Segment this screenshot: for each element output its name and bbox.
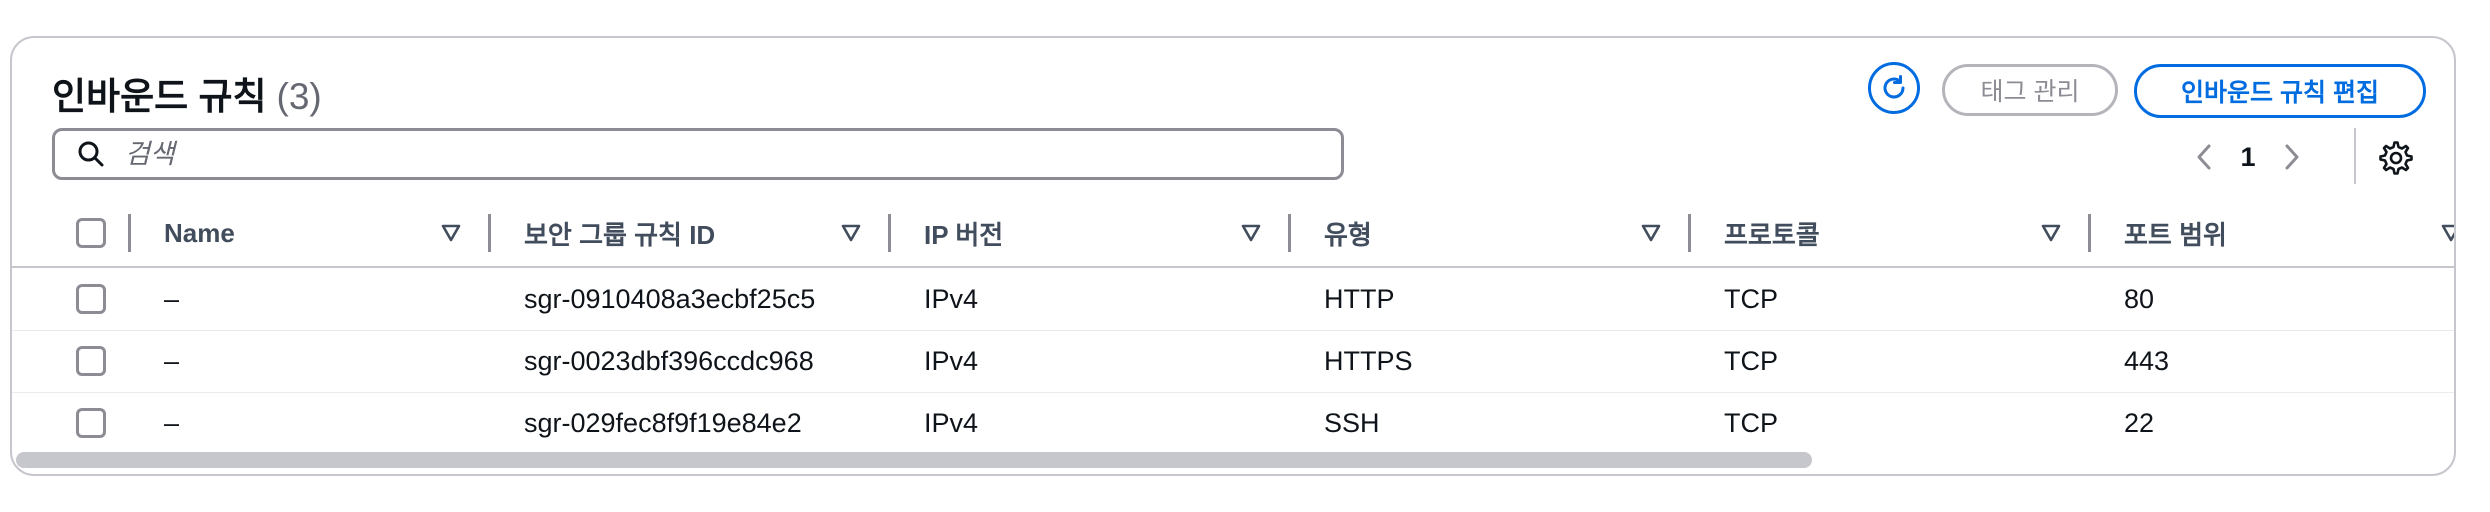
refresh-icon [1883, 75, 1905, 99]
search-icon [77, 140, 105, 168]
row-checkbox[interactable] [76, 408, 106, 438]
table-header: Name 보안 그룹 규칙 ID IP 버전 유형 프로토콜 포트 범위 [12, 200, 2456, 268]
cell-ip-version: IPv4 [924, 283, 979, 314]
column-header-ip-version[interactable]: IP 버전 [924, 200, 1003, 266]
inbound-rules-panel: 인바운드 규칙(3) 태그 관리 인바운드 규칙 편집 1 [10, 36, 2456, 476]
table-row[interactable]: – sgr-029fec8f9f19e84e2 IPv4 SSH TCP 22 [12, 392, 2454, 454]
cell-port-range: 80 [2124, 283, 2155, 314]
column-header-type[interactable]: 유형 [1324, 200, 1372, 266]
previous-page-button[interactable] [2182, 134, 2228, 180]
cell-name: – [164, 283, 180, 314]
cell-name: – [164, 407, 180, 438]
chevron-left-icon [2197, 144, 2211, 170]
horizontal-scrollbar[interactable] [16, 452, 1812, 468]
pagination: 1 [2182, 128, 2356, 184]
edit-inbound-rules-button[interactable]: 인바운드 규칙 편집 [2134, 64, 2426, 118]
cell-name: – [164, 345, 180, 376]
gear-icon [2379, 141, 2413, 175]
cell-type: HTTPS [1324, 345, 1413, 376]
sort-icon[interactable] [2440, 222, 2456, 244]
column-resizer[interactable] [888, 214, 891, 252]
chevron-right-icon [2285, 144, 2299, 170]
row-checkbox[interactable] [76, 284, 106, 314]
panel-title-text: 인바운드 규칙 [52, 76, 267, 117]
sort-icon[interactable] [440, 222, 462, 244]
select-all-checkbox[interactable] [76, 218, 106, 248]
panel-title: 인바운드 규칙 (3) [52, 66, 322, 120]
manage-tags-button[interactable]: 태그 관리 [1942, 64, 2118, 116]
sort-icon[interactable] [1640, 222, 1662, 244]
current-page[interactable]: 1 [2228, 142, 2268, 173]
column-header-port-range[interactable]: 포트 범위 [2124, 200, 2227, 266]
pagination-divider [2354, 128, 2356, 184]
rule-count: (3) [276, 76, 322, 117]
column-header-rule-id[interactable]: 보안 그룹 규칙 ID [524, 200, 715, 266]
cell-protocol: TCP [1724, 345, 1778, 376]
search-field[interactable] [52, 128, 1344, 180]
row-checkbox[interactable] [76, 346, 106, 376]
cell-type: SSH [1324, 407, 1380, 438]
search-input[interactable] [123, 137, 1277, 171]
cell-rule-id: sgr-029fec8f9f19e84e2 [524, 407, 802, 438]
cell-rule-id: sgr-0910408a3ecbf25c5 [524, 283, 816, 314]
cell-port-range: 22 [2124, 407, 2155, 438]
sort-icon[interactable] [2040, 222, 2062, 244]
sort-icon[interactable] [1240, 222, 1262, 244]
table-settings-button[interactable] [2374, 136, 2418, 180]
cell-rule-id: sgr-0023dbf396ccdc968 [524, 345, 814, 376]
cell-protocol: TCP [1724, 407, 1778, 438]
cell-type: HTTP [1324, 283, 1395, 314]
table-row[interactable]: – sgr-0910408a3ecbf25c5 IPv4 HTTP TCP 80 [12, 268, 2454, 331]
cell-ip-version: IPv4 [924, 345, 979, 376]
refresh-button[interactable] [1868, 62, 1920, 114]
column-resizer[interactable] [1288, 214, 1291, 252]
column-resizer[interactable] [2088, 214, 2091, 252]
sort-icon[interactable] [840, 222, 862, 244]
column-header-protocol[interactable]: 프로토콜 [1724, 200, 1820, 266]
column-resizer[interactable] [128, 214, 131, 252]
cell-ip-version: IPv4 [924, 407, 979, 438]
next-page-button[interactable] [2268, 134, 2314, 180]
table-row[interactable]: – sgr-0023dbf396ccdc968 IPv4 HTTPS TCP 4… [12, 330, 2454, 393]
cell-port-range: 443 [2124, 345, 2170, 376]
column-header-name[interactable]: Name [164, 200, 235, 266]
column-resizer[interactable] [1688, 214, 1691, 252]
cell-protocol: TCP [1724, 283, 1778, 314]
column-resizer[interactable] [488, 214, 491, 252]
